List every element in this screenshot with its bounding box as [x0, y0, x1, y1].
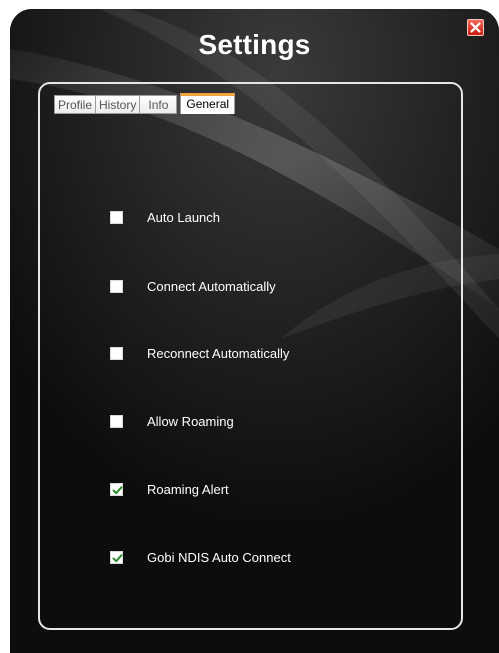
connect-automatically-checkbox[interactable] — [110, 279, 123, 293]
option-label: Auto Launch — [147, 209, 221, 225]
auto-launch-checkbox[interactable] — [110, 210, 123, 224]
allow-roaming-checkbox[interactable] — [110, 414, 123, 428]
close-icon — [470, 22, 481, 33]
gobi-ndis-auto-connect-checkbox[interactable] — [110, 550, 123, 564]
option-allow-roaming[interactable]: Allow Roaming — [110, 411, 234, 431]
tab-history[interactable]: History — [95, 95, 141, 114]
option-label: Connect Automatically — [147, 278, 276, 294]
roaming-alert-checkbox[interactable] — [110, 482, 123, 496]
tab-general[interactable]: General — [180, 93, 236, 114]
close-button[interactable] — [467, 19, 484, 36]
tab-profile[interactable]: Profile — [54, 95, 97, 114]
option-label: Reconnect Automatically — [147, 345, 290, 361]
tab-info[interactable]: Info — [139, 95, 178, 114]
option-label: Gobi NDIS Auto Connect — [147, 549, 291, 565]
option-reconnect-automatically[interactable]: Reconnect Automatically — [110, 343, 289, 363]
check-icon — [112, 485, 123, 494]
reconnect-automatically-checkbox[interactable] — [110, 346, 123, 360]
option-auto-launch[interactable]: Auto Launch — [110, 207, 220, 227]
option-connect-automatically[interactable]: Connect Automatically — [110, 276, 276, 296]
tab-bar: Profile History Info General — [54, 93, 236, 114]
check-icon — [112, 553, 123, 562]
option-label: Allow Roaming — [147, 413, 234, 429]
option-gobi-ndis-auto-connect[interactable]: Gobi NDIS Auto Connect — [110, 547, 291, 567]
option-roaming-alert[interactable]: Roaming Alert — [110, 479, 229, 499]
option-label: Roaming Alert — [147, 481, 229, 497]
window-title: Settings — [198, 29, 311, 60]
